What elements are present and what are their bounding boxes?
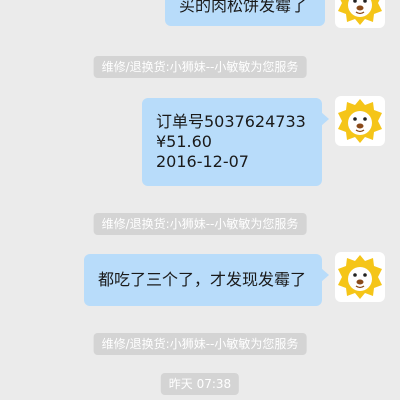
avatar[interactable] — [335, 96, 385, 146]
system-notice: 维修/退换货:小狮妹--小敏敏为您服务 — [93, 213, 307, 235]
avatar[interactable] — [335, 252, 385, 302]
message-text: 买的肉松饼发霉了 — [179, 0, 308, 15]
avatar[interactable] — [335, 0, 385, 28]
message-bubble-1[interactable]: 买的肉松饼发霉了 — [165, 0, 325, 26]
message-text: 都吃了三个了，才发现发霉了 — [98, 270, 307, 289]
timestamp: 昨天 07:38 — [160, 373, 240, 395]
message-bubble-order[interactable]: 订单号5037624733 ¥51.60 2016-12-07 — [142, 98, 329, 186]
lion-mascot-icon — [338, 0, 382, 25]
lion-mascot-icon — [338, 99, 382, 143]
order-date: 2016-12-07 — [156, 152, 249, 171]
order-number: 订单号5037624733 — [156, 112, 306, 131]
order-price: ¥51.60 — [156, 132, 212, 151]
system-notice: 维修/退换货:小狮妹--小敏敏为您服务 — [93, 56, 307, 78]
system-notice: 维修/退换货:小狮妹--小敏敏为您服务 — [93, 333, 307, 355]
message-bubble-3[interactable]: 都吃了三个了，才发现发霉了 — [84, 254, 329, 306]
lion-mascot-icon — [338, 255, 382, 299]
